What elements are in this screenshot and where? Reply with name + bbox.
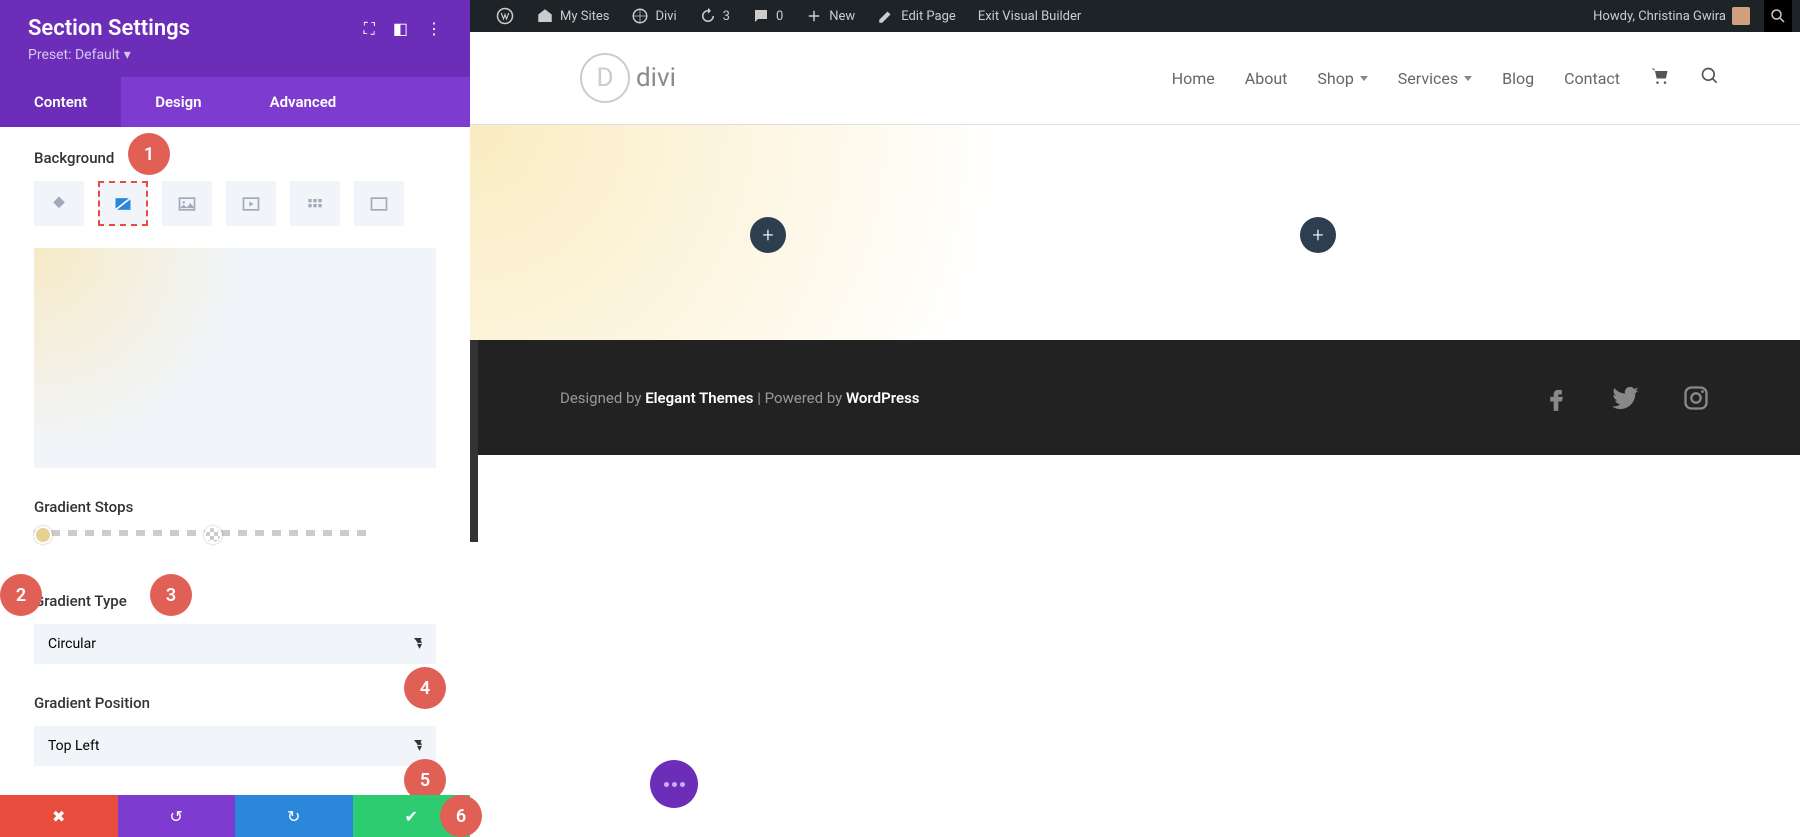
builder-fab[interactable]: [650, 760, 698, 808]
account-link[interactable]: Howdy, Christina Gwira: [1585, 0, 1758, 32]
panel-title: Section Settings: [28, 16, 190, 41]
gradient-track[interactable]: [34, 530, 436, 542]
bg-pattern-tab[interactable]: [290, 181, 340, 226]
add-module-button[interactable]: +: [1300, 217, 1336, 253]
cancel-button[interactable]: ✖: [0, 795, 118, 837]
bg-mask-tab[interactable]: [354, 181, 404, 226]
hero-section: + +: [470, 125, 1800, 340]
nav-blog[interactable]: Blog: [1502, 69, 1534, 88]
my-sites-label: My Sites: [560, 9, 609, 24]
annotation-badge-4: 4: [404, 667, 446, 709]
search-icon[interactable]: [1700, 66, 1720, 90]
twitter-icon[interactable]: [1612, 384, 1640, 412]
tab-content[interactable]: Content: [0, 77, 121, 127]
dock-icon[interactable]: ◧: [393, 19, 408, 39]
bg-color-tab[interactable]: [34, 181, 84, 226]
main-nav: Home About Shop Services Blog Contact: [1172, 66, 1720, 90]
greeting-label: Howdy, Christina Gwira: [1593, 9, 1726, 24]
avatar: [1732, 7, 1750, 25]
new-label: New: [829, 9, 855, 24]
exit-builder-link[interactable]: Exit Visual Builder: [970, 0, 1089, 32]
facebook-icon[interactable]: [1542, 384, 1570, 412]
exit-builder-label: Exit Visual Builder: [978, 9, 1081, 24]
tab-advanced[interactable]: Advanced: [236, 77, 371, 127]
redo-button[interactable]: ↻: [235, 795, 353, 837]
site-name-label: Divi: [655, 9, 676, 24]
footer-credits: Designed by Elegant Themes | Powered by …: [560, 389, 920, 407]
annotation-badge-1: 1: [128, 133, 170, 175]
nav-services[interactable]: Services: [1398, 69, 1472, 88]
bg-video-tab[interactable]: [226, 181, 276, 226]
bg-gradient-tab[interactable]: [98, 181, 148, 226]
chevron-down-icon: [1360, 76, 1368, 81]
gradient-position-select[interactable]: Top Left▴▾: [34, 726, 436, 766]
site-link[interactable]: Divi: [623, 0, 684, 32]
tab-design[interactable]: Design: [121, 77, 235, 127]
gradient-stop-1[interactable]: [34, 526, 52, 544]
chevron-down-icon: ▾: [124, 47, 131, 63]
panel-tabs: Content Design Advanced: [0, 77, 470, 127]
add-module-button[interactable]: +: [750, 217, 786, 253]
gradient-position-label: Gradient Position: [34, 694, 436, 712]
admin-search-button[interactable]: [1764, 0, 1792, 32]
edit-page-label: Edit Page: [901, 9, 956, 24]
site-footer: Designed by Elegant Themes | Powered by …: [470, 340, 1800, 455]
gradient-type-select[interactable]: Circular▴▾: [34, 624, 436, 664]
edit-page-link[interactable]: Edit Page: [869, 0, 964, 32]
comments-count: 0: [776, 9, 783, 24]
gradient-stop-2[interactable]: [204, 526, 222, 544]
annotation-badge-5: 5: [404, 759, 446, 795]
chevron-down-icon: [1464, 76, 1472, 81]
gradient-type-label: Gradient Type: [34, 592, 436, 610]
annotation-badge-2: 2: [0, 574, 42, 616]
updates-link[interactable]: 3: [691, 0, 738, 32]
wp-logo[interactable]: [488, 0, 522, 32]
gradient-preview: [34, 248, 436, 468]
footer-link-et[interactable]: Elegant Themes: [645, 389, 753, 407]
logo-text: divi: [636, 63, 676, 93]
nav-home[interactable]: Home: [1172, 69, 1215, 88]
background-label: Background: [34, 149, 436, 167]
nav-about[interactable]: About: [1245, 69, 1288, 88]
nav-shop[interactable]: Shop: [1317, 69, 1367, 88]
site-header: D divi Home About Shop Services Blog Con…: [470, 32, 1800, 125]
logo-mark: D: [580, 53, 630, 103]
focus-icon[interactable]: ⛶: [364, 19, 375, 39]
instagram-icon[interactable]: [1682, 384, 1710, 412]
undo-button[interactable]: ↺: [118, 795, 236, 837]
panel-header: Section Settings ⛶ ◧ ⋮ Preset: Default ▾: [0, 0, 470, 77]
panel-footer: ✖ ↺ ↻ ✔: [0, 795, 470, 837]
annotation-badge-3: 3: [150, 574, 192, 616]
panel-body: Background Gradient Stops Gradient Type …: [0, 127, 470, 795]
my-sites-link[interactable]: My Sites: [528, 0, 617, 32]
more-icon[interactable]: ⋮: [426, 19, 442, 39]
preset-dropdown[interactable]: Preset: Default ▾: [28, 47, 442, 77]
new-link[interactable]: New: [797, 0, 863, 32]
bg-image-tab[interactable]: [162, 181, 212, 226]
nav-contact[interactable]: Contact: [1564, 69, 1620, 88]
comments-link[interactable]: 0: [744, 0, 791, 32]
cart-icon[interactable]: [1650, 66, 1670, 90]
footer-link-wp[interactable]: WordPress: [846, 389, 920, 407]
site-preview: D divi Home About Shop Services Blog Con…: [470, 32, 1800, 837]
gradient-stops-label: Gradient Stops: [34, 498, 436, 516]
site-logo[interactable]: D divi: [580, 53, 676, 103]
updates-count: 3: [723, 9, 730, 24]
settings-panel: Section Settings ⛶ ◧ ⋮ Preset: Default ▾…: [0, 0, 470, 837]
